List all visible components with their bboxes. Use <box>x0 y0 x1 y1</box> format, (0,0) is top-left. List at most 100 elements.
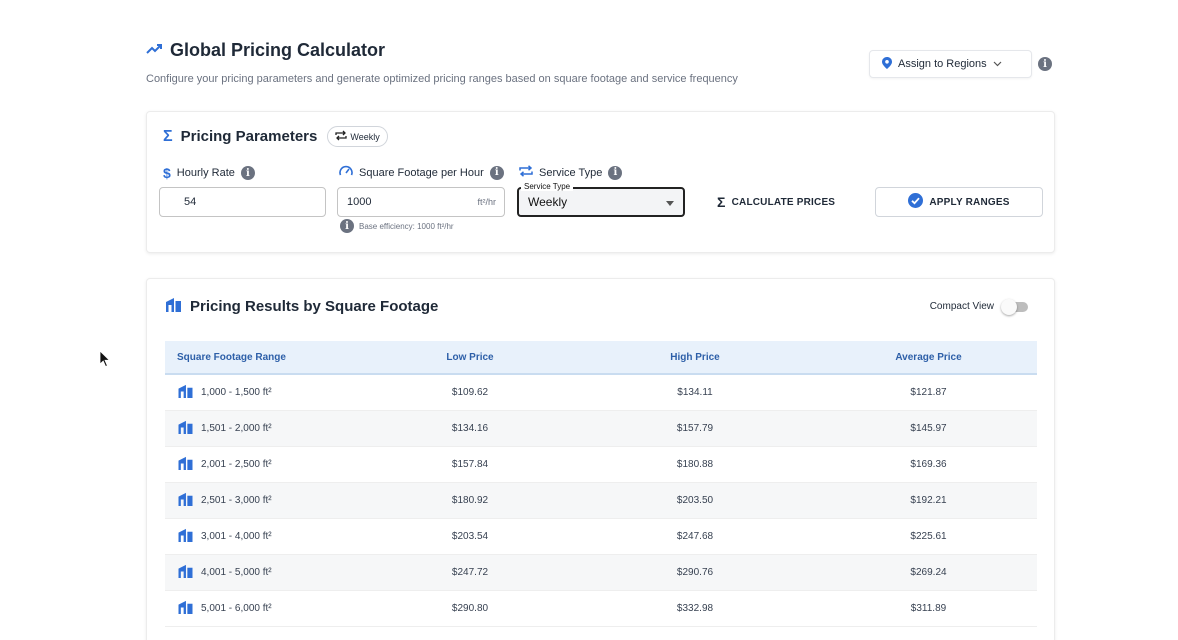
high-price-cell: $180.88 <box>676 459 714 470</box>
service-type-label-group: Service Type i <box>519 165 623 180</box>
chevron-down-icon <box>993 58 1002 70</box>
range-cell: 1,501 - 2,000 ft² <box>165 420 370 437</box>
low-price-cell: $290.80 <box>451 603 489 614</box>
page-title: Global Pricing Calculator <box>170 40 386 60</box>
average-price-cell: $121.87 <box>910 387 947 398</box>
service-type-legend: Service Type <box>521 182 574 191</box>
dropdown-arrow-icon <box>666 201 674 206</box>
sqft-helper-text: Base efficiency: 1000 ft²/hr <box>359 221 454 231</box>
average-price-cell: $192.21 <box>910 495 947 506</box>
range-label: 4,001 - 5,000 ft² <box>201 567 272 578</box>
range-cell: 3,001 - 4,000 ft² <box>165 528 370 545</box>
dollar-icon: $ <box>163 165 171 181</box>
column-header-average[interactable]: Average Price <box>820 352 1037 363</box>
info-icon[interactable]: i <box>489 165 504 180</box>
sqft-helper: i Base efficiency: 1000 ft²/hr <box>340 219 454 233</box>
hourly-rate-label-group: $ Hourly Rate i <box>163 165 255 181</box>
range-label: 3,001 - 4,000 ft² <box>201 531 272 542</box>
calculate-prices-label: CALCULATE PRICES <box>731 196 836 208</box>
high-price-cell: $290.76 <box>676 567 714 578</box>
range-cell: 4,001 - 5,000 ft² <box>165 564 370 581</box>
table-row[interactable]: 2,501 - 3,000 ft² $180.92 $203.50 $192.21 <box>165 483 1037 519</box>
pricing-results-header: Pricing Results by Square Footage <box>165 297 438 316</box>
trending-up-icon <box>146 42 162 60</box>
table-row[interactable]: 4,001 - 5,000 ft² $247.72 $290.76 $269.24 <box>165 555 1037 591</box>
building-icon <box>177 456 194 473</box>
table-row[interactable]: 1,000 - 1,500 ft² $109.62 $134.11 $121.87 <box>165 375 1037 411</box>
apply-ranges-button[interactable]: APPLY RANGES <box>875 187 1043 217</box>
range-cell: 5,001 - 6,000 ft² <box>165 600 370 617</box>
high-price-cell: $134.11 <box>677 387 713 398</box>
hourly-rate-input[interactable]: 54 <box>159 187 326 217</box>
building-icon <box>177 600 194 617</box>
column-header-high[interactable]: High Price <box>570 352 820 363</box>
table-row[interactable]: 1,501 - 2,000 ft² $134.16 $157.79 $145.97 <box>165 411 1037 447</box>
low-price-cell: $157.84 <box>451 459 489 470</box>
table-row[interactable]: 3,001 - 4,000 ft² $203.54 $247.68 $225.61 <box>165 519 1037 555</box>
high-price-cell: $203.50 <box>676 495 714 506</box>
info-icon[interactable]: i <box>240 166 255 180</box>
building-icon <box>177 492 194 509</box>
frequency-chip: Weekly <box>327 126 388 147</box>
pricing-results-card: Pricing Results by Square Footage Compac… <box>146 278 1055 640</box>
building-icon <box>165 297 182 316</box>
range-cell: 1,000 - 1,500 ft² <box>165 384 370 401</box>
hourly-rate-value: 54 <box>184 196 197 208</box>
pricing-parameters-title: Pricing Parameters <box>180 128 318 145</box>
service-type-label: Service Type <box>539 166 603 179</box>
info-icon: i <box>340 219 354 233</box>
range-label: 1,501 - 2,000 ft² <box>201 423 272 434</box>
table-header-row: Square Footage Range Low Price High Pric… <box>165 341 1037 375</box>
compact-view-toggle[interactable] <box>1001 298 1028 315</box>
sqft-per-hour-input[interactable]: 1000 ft²/hr <box>337 187 505 217</box>
low-price-cell: $109.62 <box>451 387 489 398</box>
column-header-range[interactable]: Square Footage Range <box>165 352 370 363</box>
assign-regions-button[interactable]: Assign to Regions <box>869 50 1032 78</box>
pricing-parameters-card: Σ Pricing Parameters Weekly $ Hourly Rat… <box>146 111 1055 253</box>
service-type-select[interactable]: Weekly <box>517 187 685 217</box>
low-price-cell: $247.72 <box>451 567 489 578</box>
pricing-parameters-header: Σ Pricing Parameters Weekly <box>163 126 388 147</box>
table-body: 1,000 - 1,500 ft² $109.62 $134.11 $121.87 1,… <box>165 375 1037 627</box>
repeat-icon <box>519 165 533 180</box>
high-price-cell: $157.79 <box>676 423 714 434</box>
low-price-cell: $203.54 <box>451 531 489 542</box>
high-price-cell: $247.68 <box>676 531 714 542</box>
toggle-knob <box>1001 298 1017 315</box>
column-header-low[interactable]: Low Price <box>370 352 570 363</box>
table-row[interactable]: 2,001 - 2,500 ft² $157.84 $180.88 $169.36 <box>165 447 1037 483</box>
high-price-cell: $332.98 <box>676 603 714 614</box>
compact-view-label: Compact View <box>929 301 994 312</box>
sqft-per-hour-value: 1000 <box>347 196 372 208</box>
range-cell: 2,501 - 3,000 ft² <box>165 492 370 509</box>
check-circle-icon <box>908 193 924 211</box>
range-label: 2,501 - 3,000 ft² <box>201 495 272 506</box>
low-price-cell: $134.16 <box>451 423 489 434</box>
sqft-per-hour-unit: ft²/hr <box>477 197 496 207</box>
range-cell: 2,001 - 2,500 ft² <box>165 456 370 473</box>
table-row[interactable]: 5,001 - 6,000 ft² $290.80 $332.98 $311.89 <box>165 591 1037 627</box>
building-icon <box>177 528 194 545</box>
assign-regions-label: Assign to Regions <box>898 58 987 70</box>
average-price-cell: $311.89 <box>910 603 947 614</box>
location-pin-icon <box>882 56 892 72</box>
building-icon <box>177 564 194 581</box>
apply-ranges-label: APPLY RANGES <box>929 196 1010 208</box>
average-price-cell: $225.61 <box>910 531 947 542</box>
sigma-icon: Σ <box>717 194 726 210</box>
repeat-icon <box>335 130 348 143</box>
info-icon[interactable]: i <box>1038 57 1052 71</box>
mouse-cursor-icon <box>99 350 111 373</box>
info-icon[interactable]: i <box>608 165 623 180</box>
average-price-cell: $169.36 <box>910 459 947 470</box>
compact-view-control: Compact View <box>929 298 1028 315</box>
frequency-chip-label: Weekly <box>350 131 380 142</box>
pricing-results-title: Pricing Results by Square Footage <box>190 298 439 315</box>
range-label: 5,001 - 6,000 ft² <box>201 603 272 614</box>
average-price-cell: $145.97 <box>910 423 947 434</box>
service-type-value: Weekly <box>528 195 568 209</box>
building-icon <box>177 420 194 437</box>
range-label: 2,001 - 2,500 ft² <box>201 459 272 470</box>
calculate-prices-button[interactable]: Σ CALCULATE PRICES <box>717 187 847 217</box>
pricing-results-table: Square Footage Range Low Price High Pric… <box>165 341 1037 627</box>
